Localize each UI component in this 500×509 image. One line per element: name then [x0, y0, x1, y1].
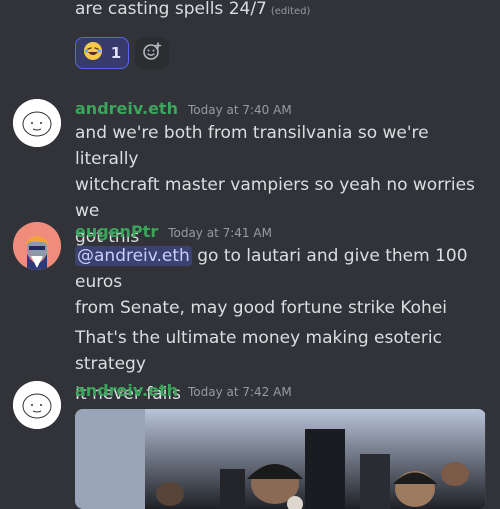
message-line: That's the ultimate money making esoteri… [75, 328, 442, 374]
video-embed[interactable] [75, 409, 486, 509]
avatar[interactable] [13, 99, 61, 147]
party-video-thumbnail-icon [75, 409, 486, 509]
reaction-button[interactable]: 1 [75, 37, 129, 69]
edited-label: (edited) [270, 6, 311, 17]
user-mention[interactable]: @andreiv.eth [75, 246, 192, 266]
username[interactable]: andreiv.eth [75, 99, 178, 118]
timestamp: Today at 7:40 AM [187, 103, 292, 117]
doodle-face-avatar-icon [13, 99, 61, 147]
message-line: @andreiv.eth go to lautari and give them… [75, 243, 495, 295]
reaction-count: 1 [110, 44, 122, 62]
reactions-bar: 1 [75, 37, 169, 69]
add-reaction-icon [142, 41, 162, 65]
doodle-face-avatar-icon [13, 381, 61, 429]
message-header: andreiv.eth Today at 7:42 AM [75, 381, 292, 400]
timestamp: Today at 7:41 AM [168, 226, 272, 240]
message-text: are casting spells 24/7 [75, 0, 267, 19]
avatar[interactable] [13, 381, 61, 429]
username[interactable]: andreiv.eth [75, 381, 178, 400]
message-line: and we're both from transilvania so we'r… [75, 123, 429, 169]
message-line: from Senate, may good fortune strike Koh… [75, 298, 448, 318]
message-line: witchcraft master vampiers so yeah no wo… [75, 175, 475, 221]
wizard-avatar-icon [13, 222, 61, 270]
add-reaction-button[interactable] [135, 37, 169, 69]
laughing-face-emoji-icon [83, 41, 103, 65]
avatar[interactable] [13, 222, 61, 270]
previous-message-text: are casting spells 24/7 (edited) [75, 0, 495, 25]
message-header: andreiv.eth Today at 7:40 AM [75, 99, 292, 118]
timestamp: Today at 7:42 AM [187, 385, 292, 399]
username[interactable]: eugenPtr [75, 222, 158, 241]
message-header: eugenPtr Today at 7:41 AM [75, 222, 272, 241]
